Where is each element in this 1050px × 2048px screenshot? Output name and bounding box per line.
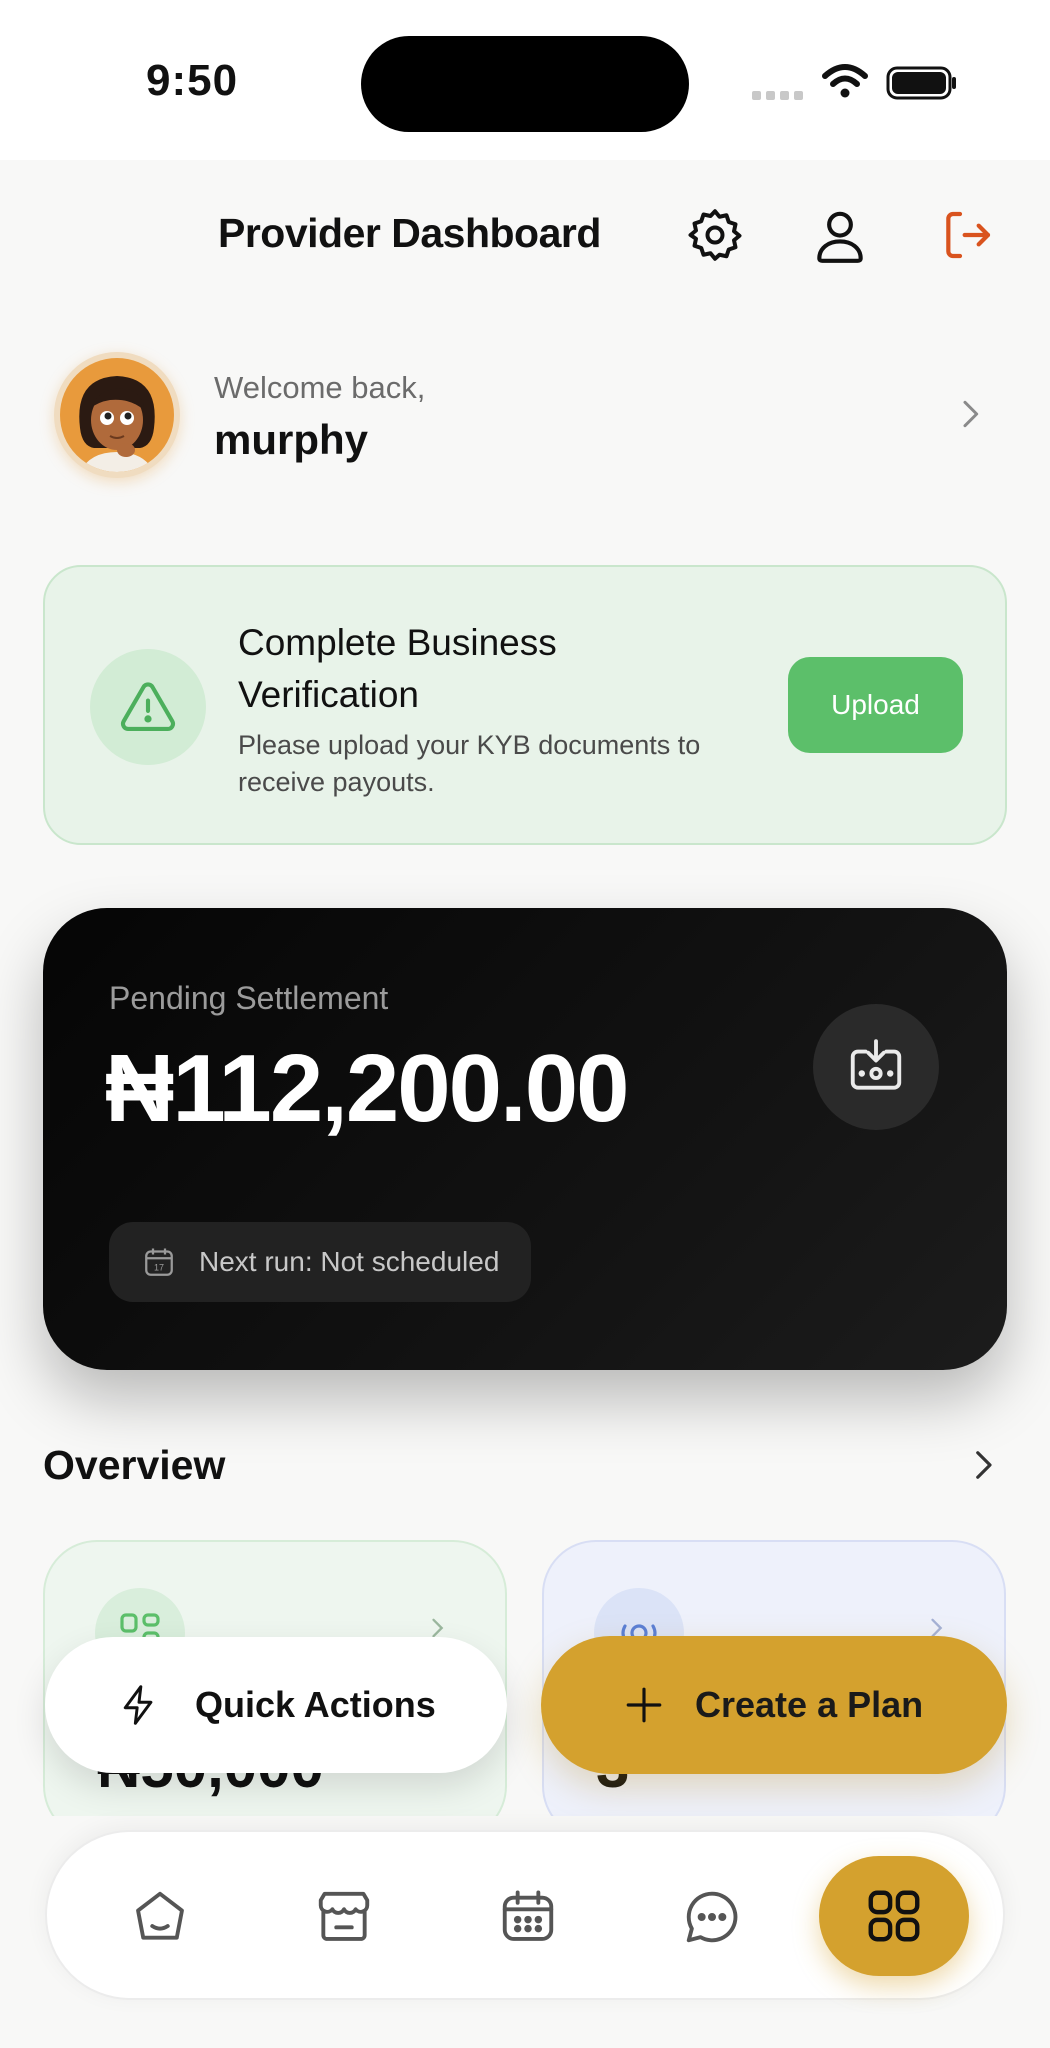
warning-icon (121, 682, 175, 732)
calendar-icon: 17 (145, 1248, 173, 1276)
nav-home[interactable] (115, 1872, 205, 1962)
verification-banner: Complete Business Verification Please up… (43, 565, 1007, 845)
verification-title: Complete Business Verification (238, 622, 557, 715)
warning-badge (90, 649, 206, 765)
user-name: murphy (214, 416, 369, 463)
dashboard-icon (868, 1890, 920, 1942)
quick-actions-label: Quick Actions (195, 1684, 436, 1725)
logout-button[interactable] (932, 200, 1002, 270)
download-icon (850, 1039, 902, 1090)
settlement-label: Pending Settlement (109, 980, 389, 1016)
nav-messages[interactable] (667, 1872, 757, 1962)
verification-description: Please upload your KYB documents to rece… (238, 730, 701, 797)
page-title: Provider Dashboard (218, 210, 601, 256)
user-icon (817, 211, 863, 263)
calendar-icon (502, 1890, 554, 1941)
next-run-text: Next run: Not scheduled (199, 1246, 500, 1277)
nav-store[interactable] (299, 1872, 389, 1962)
status-time: 9:50 (146, 56, 239, 105)
battery-icon (886, 66, 956, 100)
home-icon (136, 1891, 184, 1940)
dynamic-island (361, 36, 689, 132)
status-bar: 9:50 (0, 0, 1050, 160)
download-statement-button[interactable] (813, 1004, 939, 1130)
chevron-right-icon[interactable] (950, 394, 990, 434)
avatar[interactable] (54, 352, 180, 478)
upload-button[interactable]: Upload (788, 657, 963, 753)
gear-icon (688, 209, 742, 261)
lightning-icon (123, 1685, 153, 1725)
avatar-illustration (60, 358, 174, 472)
nav-calendar[interactable] (483, 1872, 573, 1962)
logout-icon (946, 211, 991, 259)
plus-icon (626, 1687, 662, 1723)
store-icon (318, 1891, 370, 1941)
chevron-right-icon[interactable] (962, 1444, 1004, 1486)
settlement-card[interactable]: Pending Settlement ₦112,200.00 17 Next r… (43, 908, 1007, 1370)
quick-actions-button[interactable]: Quick Actions (45, 1637, 507, 1773)
create-plan-label: Create a Plan (695, 1684, 924, 1725)
cellular-signal-icon (752, 91, 803, 100)
chat-icon (686, 1891, 738, 1943)
create-plan-button[interactable]: Create a Plan (541, 1636, 1007, 1774)
settlement-amount: ₦112,200.00 (105, 1035, 629, 1142)
wifi-icon (822, 64, 868, 98)
profile-button[interactable] (805, 200, 875, 270)
settings-button[interactable] (680, 200, 750, 270)
nav-dashboard[interactable] (819, 1856, 969, 1976)
overview-title: Overview (43, 1442, 226, 1488)
bottom-navigation (45, 1830, 1005, 2000)
welcome-label: Welcome back, (214, 370, 426, 405)
next-run-chip: 17 Next run: Not scheduled (109, 1222, 532, 1302)
svg-text:17: 17 (154, 1262, 164, 1272)
